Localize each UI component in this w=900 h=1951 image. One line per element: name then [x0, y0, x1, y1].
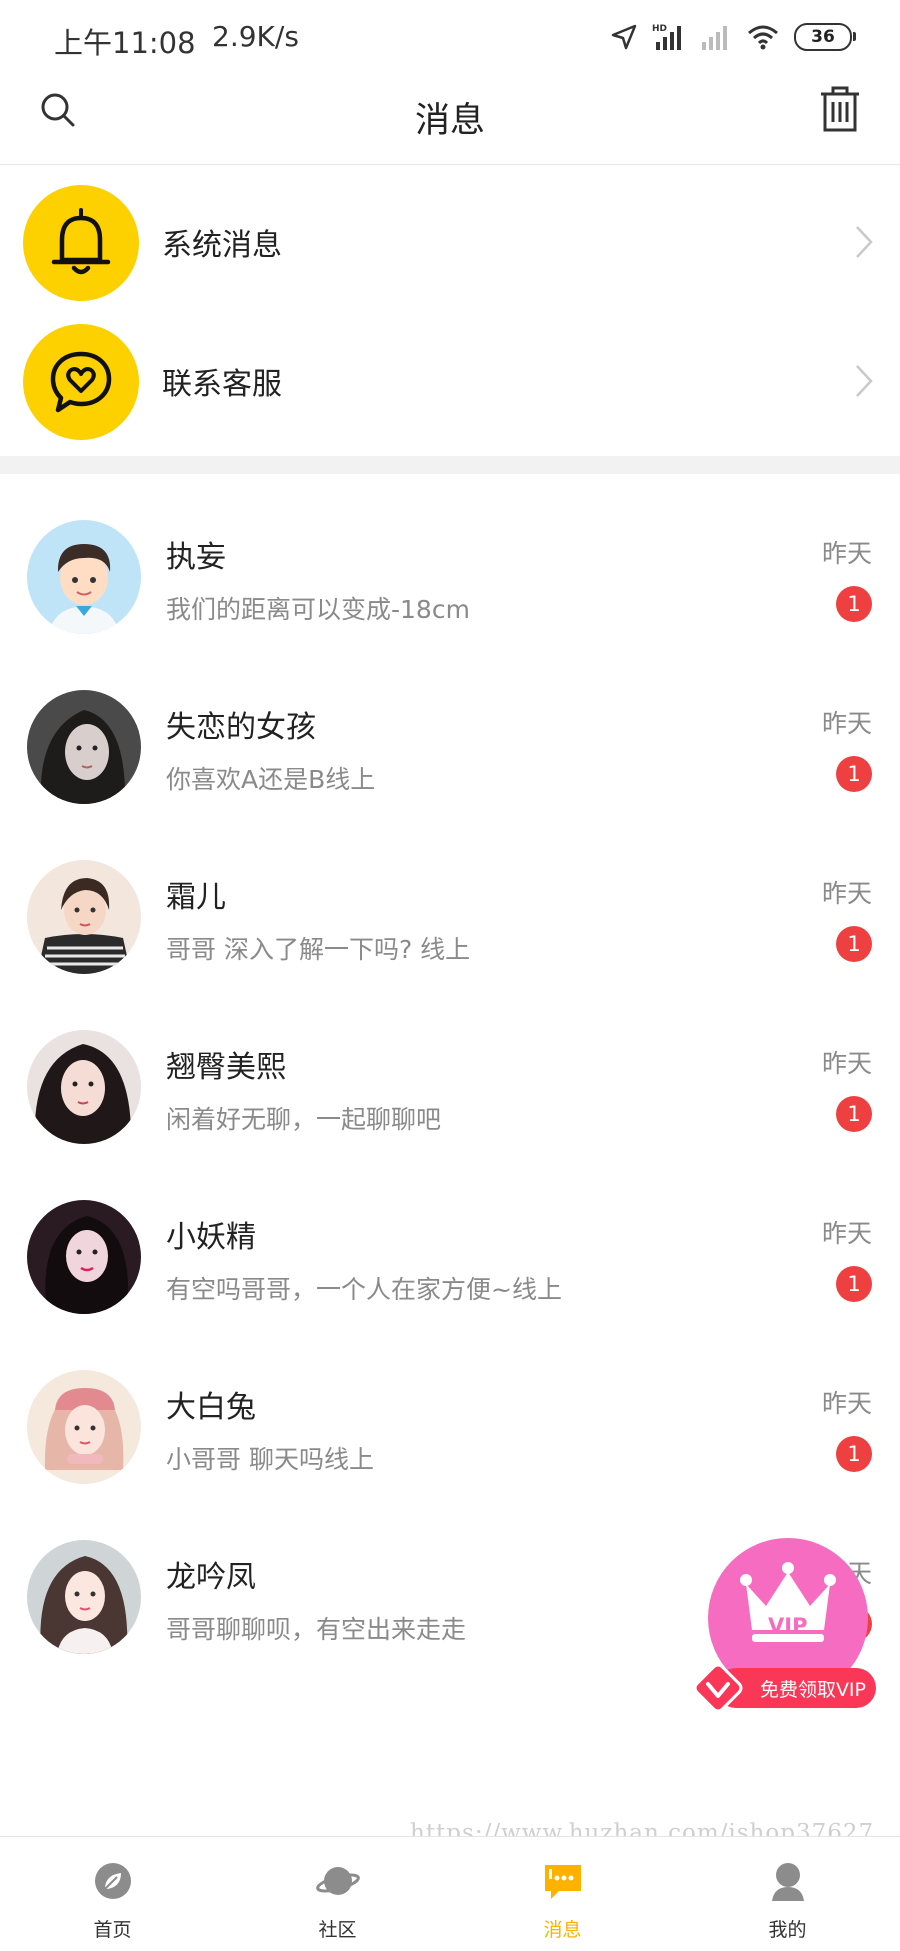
conversation-row[interactable]: 霜儿 哥哥 深入了解一下吗? 线上 昨天 1 [0, 860, 900, 1030]
network-speed: 2.9K/s [212, 20, 299, 53]
crown-vip-text: VIP [768, 1614, 808, 1638]
vip-heart-icon [693, 1663, 743, 1713]
message-time: 昨天 [821, 709, 872, 738]
conversation-row[interactable]: 大白兔 小哥哥 聊天吗线上 昨天 1 [0, 1370, 900, 1540]
unread-badge: 1 [836, 756, 872, 792]
message-time: 昨天 [821, 879, 872, 908]
contact-name: 失恋的女孩 [166, 710, 316, 745]
menu-label: 系统消息 [162, 228, 282, 263]
tab-label: 我的 [768, 1919, 807, 1941]
chat-icon [544, 1865, 581, 1899]
tab-label: 社区 [318, 1919, 357, 1941]
status-icons: HD 36 [610, 20, 856, 54]
tab-community[interactable]: 社区 [225, 1837, 450, 1951]
chevron-right-icon [856, 226, 873, 258]
message-time: 昨天 [821, 1219, 872, 1248]
bottom-tab-bar: 首页 社区 消息 我的 [0, 1836, 900, 1951]
message-preview: 有空吗哥哥，一个人在家方便~线上 [166, 1275, 562, 1304]
avatar [27, 520, 141, 634]
trash-icon[interactable] [818, 84, 862, 134]
vip-promo-label: 免费领取VIP [759, 1678, 866, 1701]
avatar [27, 860, 141, 974]
wifi-icon [748, 25, 778, 50]
leaf-icon [94, 1863, 131, 1899]
unread-badge: 1 [836, 586, 872, 622]
section-divider [0, 456, 900, 474]
contact-name: 翘臀美熙 [166, 1050, 286, 1085]
conversation-row[interactable]: 小妖精 有空吗哥哥，一个人在家方便~线上 昨天 1 [0, 1200, 900, 1370]
menu-label: 联系客服 [162, 367, 282, 402]
conversation-row[interactable]: 失恋的女孩 你喜欢A还是B线上 昨天 1 [0, 690, 900, 860]
avatar [27, 1030, 141, 1144]
contact-name: 霜儿 [166, 880, 226, 915]
tab-label: 首页 [93, 1919, 132, 1941]
unread-badge: 1 [836, 1096, 872, 1132]
tab-messages[interactable]: 消息 [450, 1837, 675, 1951]
avatar [27, 1370, 141, 1484]
contact-name: 龙吟凤 [166, 1560, 256, 1595]
unread-badge: 1 [836, 1436, 872, 1472]
contact-name: 大白兔 [166, 1390, 256, 1425]
message-time: 昨天 [821, 1049, 872, 1078]
battery-level: 36 [811, 27, 835, 47]
avatar [27, 1200, 141, 1314]
heart-chat-icon [23, 324, 139, 440]
svg-text:HD: HD [652, 24, 667, 34]
message-preview: 闲着好无聊，一起聊聊吧 [166, 1105, 442, 1134]
contact-name: 执妄 [166, 540, 226, 575]
status-bar: 上午11:08 2.9K/s HD 36 [0, 0, 900, 72]
tab-home[interactable]: 首页 [0, 1837, 225, 1951]
message-preview: 哥哥聊聊呗，有空出来走走 [166, 1615, 467, 1644]
signal-hd-icon: HD [652, 24, 681, 50]
customer-service-row[interactable]: 联系客服 [0, 313, 900, 451]
person-icon [771, 1863, 804, 1901]
unread-badge: 1 [836, 1266, 872, 1302]
tab-label: 消息 [543, 1919, 582, 1941]
signal-weak-icon [702, 26, 727, 50]
contact-name: 小妖精 [166, 1220, 256, 1255]
location-arrow-icon [611, 24, 637, 50]
message-preview: 你喜欢A还是B线上 [166, 765, 376, 794]
vip-promo-button[interactable]: VIP 免费领取VIP [692, 1538, 880, 1716]
header: 消息 [0, 72, 900, 165]
status-time: 上午11:08 [54, 26, 196, 60]
message-preview: 小哥哥 聊天吗线上 [166, 1445, 374, 1474]
conversation-row[interactable]: 执妄 我们的距离可以变成-18cm 昨天 1 [0, 520, 900, 690]
message-time: 昨天 [821, 1389, 872, 1418]
message-time: 昨天 [821, 539, 872, 568]
avatar [27, 1540, 141, 1654]
conversation-row[interactable]: 翘臀美熙 闲着好无聊，一起聊聊吧 昨天 1 [0, 1030, 900, 1200]
message-preview: 我们的距离可以变成-18cm [166, 595, 470, 624]
planet-icon [315, 1867, 360, 1895]
battery-indicator: 36 [794, 23, 856, 51]
chevron-right-icon [856, 365, 873, 397]
page-title: 消息 [414, 101, 485, 141]
avatar [27, 690, 141, 804]
message-preview: 哥哥 深入了解一下吗? 线上 [166, 935, 471, 964]
system-messages-row[interactable]: 系统消息 [0, 174, 900, 312]
tab-profile[interactable]: 我的 [675, 1837, 900, 1951]
unread-badge: 1 [836, 926, 872, 962]
bell-icon [23, 185, 139, 301]
